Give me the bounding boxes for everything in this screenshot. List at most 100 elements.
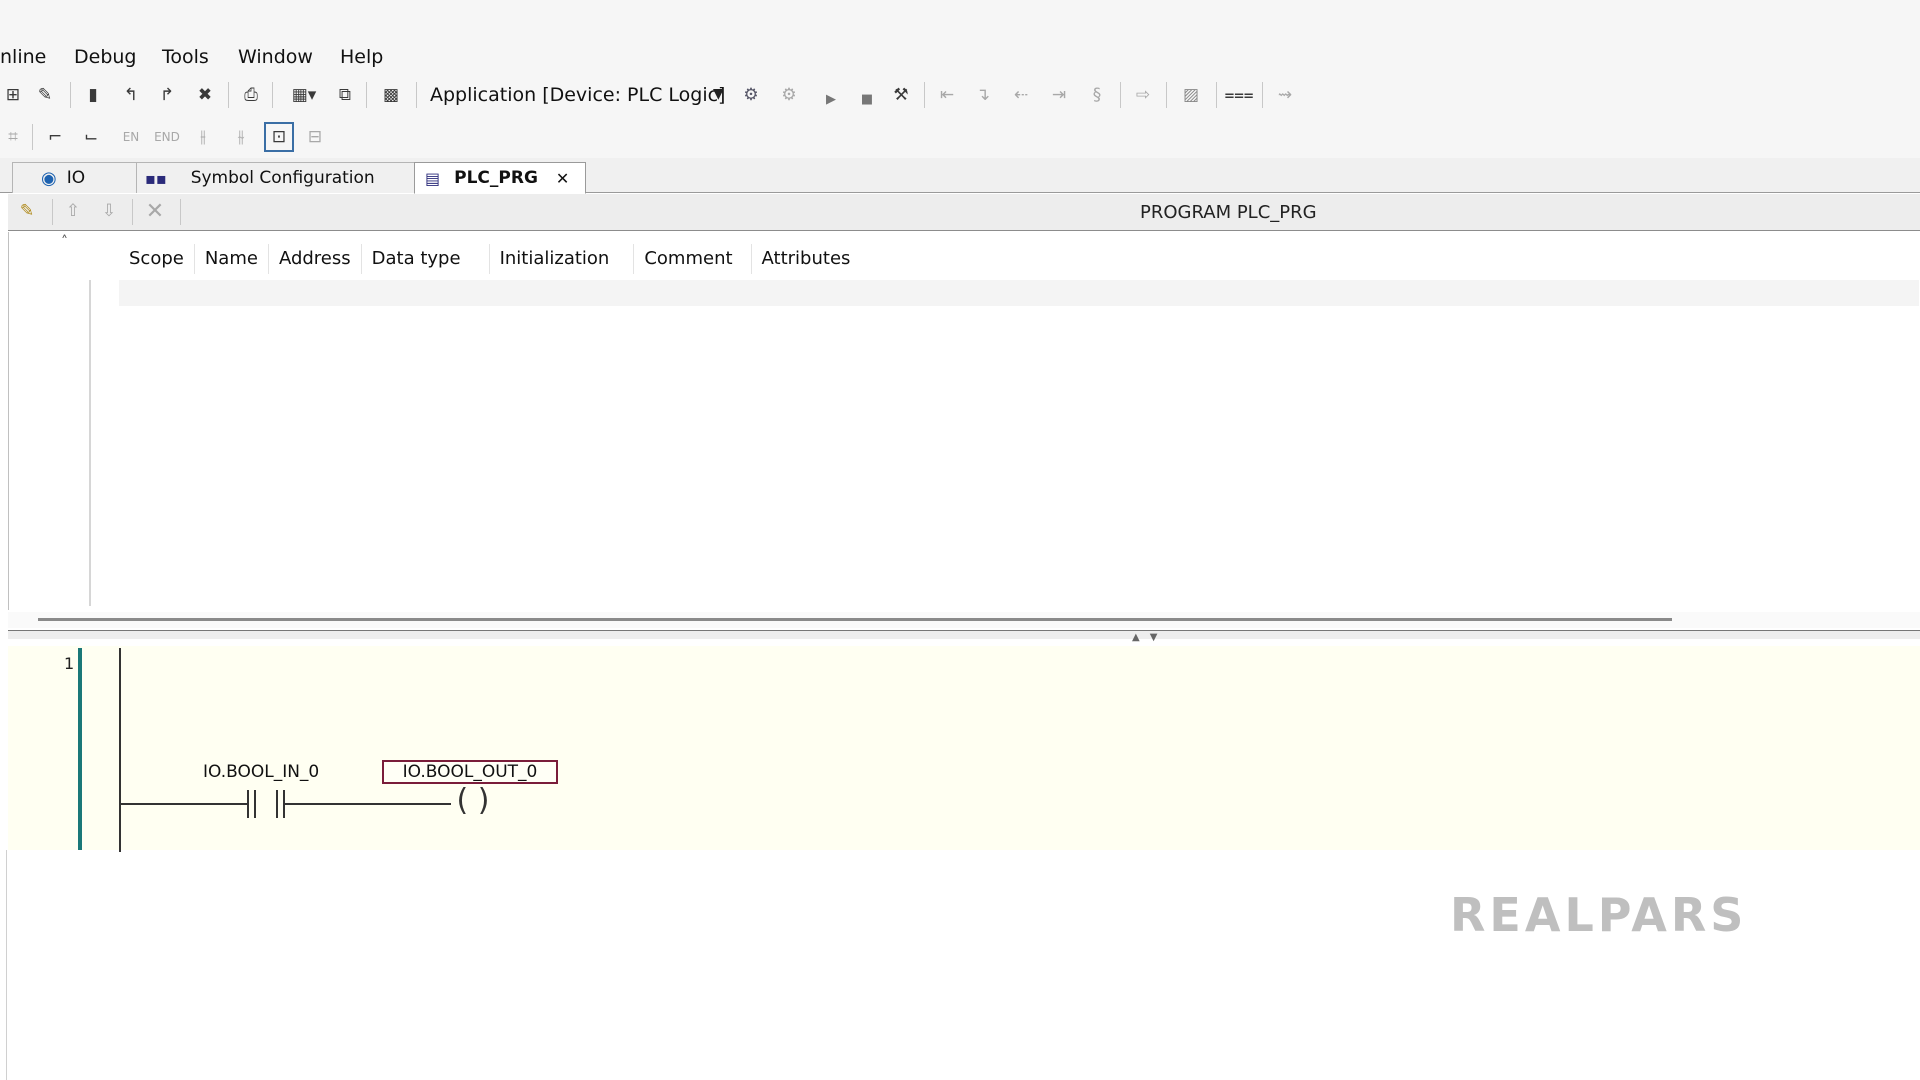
toolbar-separator [1166,82,1167,108]
toolbar-separator [1262,82,1263,108]
login-icon[interactable]: ⚙ [738,82,764,108]
bookmark-next-icon[interactable]: ↰ [118,82,144,108]
declaration-toolbar: ✎ ⇧ ⇩ ✕ PROGRAM PLC_PRG [8,194,1920,231]
toolbar-separator [228,82,229,108]
collapse-icon[interactable]: ˄ [61,234,68,250]
reset-icon[interactable]: ⚒ [888,82,914,108]
program-icon: ▤ [425,168,441,188]
tab-plc-prg-label: PLC_PRG [454,168,538,188]
contact-right-bar[interactable] [276,790,285,818]
toolbar-separator [366,82,367,108]
realpars-watermark: REALPARS [1450,888,1748,942]
print-icon[interactable]: ⎙ [238,82,264,108]
editor-tabs: ◉ IO ▪▪ Symbol Configuration ▤ PLC_PRG ✕ [0,158,1920,194]
bookmark-icon[interactable]: ▮ [80,82,106,108]
column-header-attributes[interactable]: Attributes [752,244,861,274]
toggle-breakpoint-icon[interactable]: ⇝ [1272,82,1298,108]
stop-icon[interactable]: ■ [854,86,880,112]
rung-wire [285,803,455,805]
cut-icon[interactable]: ⌗ [0,124,26,150]
application-selector[interactable]: Application [Device: PLC Logic] [430,84,725,106]
column-header-scope[interactable]: Scope [119,244,195,274]
write-values-icon[interactable]: ▨ [1178,82,1204,108]
left-power-rail [119,648,121,852]
toolbar-separator [52,199,53,225]
set-next-statement-icon[interactable]: § [1084,82,1110,108]
step-out-icon[interactable]: ⇠ [1008,82,1034,108]
editor-splitter[interactable]: ▲▼ [8,630,1920,643]
run-to-cursor-icon[interactable]: ⇥ [1046,82,1072,108]
table-header: Scope Name Address Data type Initializat… [119,244,860,274]
title-strip [0,0,1920,38]
coil-symbol: ( ) [456,782,490,818]
rung-wire [121,803,251,805]
menu-bar: nline Debug Tools Window Help [0,38,1920,74]
ladder-editor[interactable]: 1 IO.BOOL_IN_0 IO.BOOL_OUT_0 ( ) [8,646,1920,852]
tab-symbol-configuration[interactable]: ▪▪ Symbol Configuration [136,162,416,193]
menu-help[interactable]: Help [340,46,383,68]
network-icon[interactable]: ⊟ [302,124,328,150]
menu-tools[interactable]: Tools [162,46,209,68]
move-down-icon[interactable]: ⇩ [96,198,122,224]
toolbar-separator [272,82,273,108]
end-icon[interactable]: END [152,124,182,150]
declaration-title: PROGRAM PLC_PRG [1140,202,1317,223]
menu-window[interactable]: Window [238,46,313,68]
auto-declare-icon[interactable]: ✎ [14,198,40,224]
chevron-down-icon[interactable]: ▼ [713,86,724,102]
close-icon[interactable]: ✕ [556,169,569,188]
contact-left-bar[interactable] [247,790,256,818]
box-icon[interactable]: ⊡ [264,122,294,152]
coil-variable-label: IO.BOOL_OUT_0 [402,762,538,782]
network-gutter [78,648,82,850]
column-header-address[interactable]: Address [269,244,362,274]
show-current-statement-icon[interactable]: ⇨ [1130,82,1156,108]
horizontal-scrollbar[interactable] [8,612,1920,628]
rising-edge-icon[interactable]: ⌐ [42,124,68,150]
insert-negated-contact-icon[interactable]: ⫳ [228,124,254,150]
toolbar-separator [180,199,181,225]
column-header-data-type[interactable]: Data type [362,244,490,274]
globe-icon: ◉ [41,167,57,189]
toolbar-separator [32,124,33,150]
toolbar-separator [1120,82,1121,108]
toolbar-separator [924,82,925,108]
splitter-arrows-icon[interactable]: ▲▼ [1132,632,1167,643]
toolbar-separator [1216,82,1217,108]
watch-list-icon[interactable]: ▦▾ [284,82,324,108]
table-row[interactable] [119,280,1919,306]
contact-variable-label[interactable]: IO.BOOL_IN_0 [203,762,319,782]
step-over-icon[interactable]: ⇤ [934,82,960,108]
variable-declaration-table: ˄ Scope Name Address Data type Initializ… [8,232,1920,610]
coil-variable-input[interactable]: IO.BOOL_OUT_0 [382,760,558,784]
tab-io-label: IO [66,168,86,188]
editor-border [6,850,7,1080]
toolbar-separator [70,82,71,108]
column-header-comment[interactable]: Comment [634,244,752,274]
toolbar-separator [132,199,133,225]
step-into-icon[interactable]: ↴ [970,82,996,108]
delete-icon[interactable]: ✕ [142,198,168,224]
en-icon[interactable]: EN [116,124,146,150]
move-up-icon[interactable]: ⇧ [60,198,86,224]
network-number: 1 [64,654,75,673]
device-icon[interactable]: ▩ [378,82,404,108]
bookmark-prev-icon[interactable]: ↱ [154,82,180,108]
menu-online[interactable]: nline [0,46,46,68]
menu-debug[interactable]: Debug [74,46,136,68]
tab-plc-prg[interactable]: ▤ PLC_PRG ✕ [414,162,586,194]
open-icon[interactable]: ⊞ [0,82,26,108]
logout-icon[interactable]: ⚙ [776,82,802,108]
insert-contact-icon[interactable]: ⫲ [190,124,216,150]
force-values-icon[interactable]: ⩶ [1224,82,1253,108]
falling-edge-icon[interactable]: ⌙ [78,124,104,150]
symbol-config-icon: ▪▪ [145,168,167,188]
bookmark-clear-icon[interactable]: ✖ [192,82,218,108]
project-icon[interactable]: ✎ [32,82,58,108]
scrollbar-thumb[interactable] [38,618,1672,621]
coil-icon[interactable]: ( ) [451,782,495,818]
run-icon[interactable]: ▶ [818,86,844,112]
column-header-initialization[interactable]: Initialization [490,244,635,274]
export-icon[interactable]: ⧉ [332,82,358,108]
column-header-name[interactable]: Name [195,244,269,274]
